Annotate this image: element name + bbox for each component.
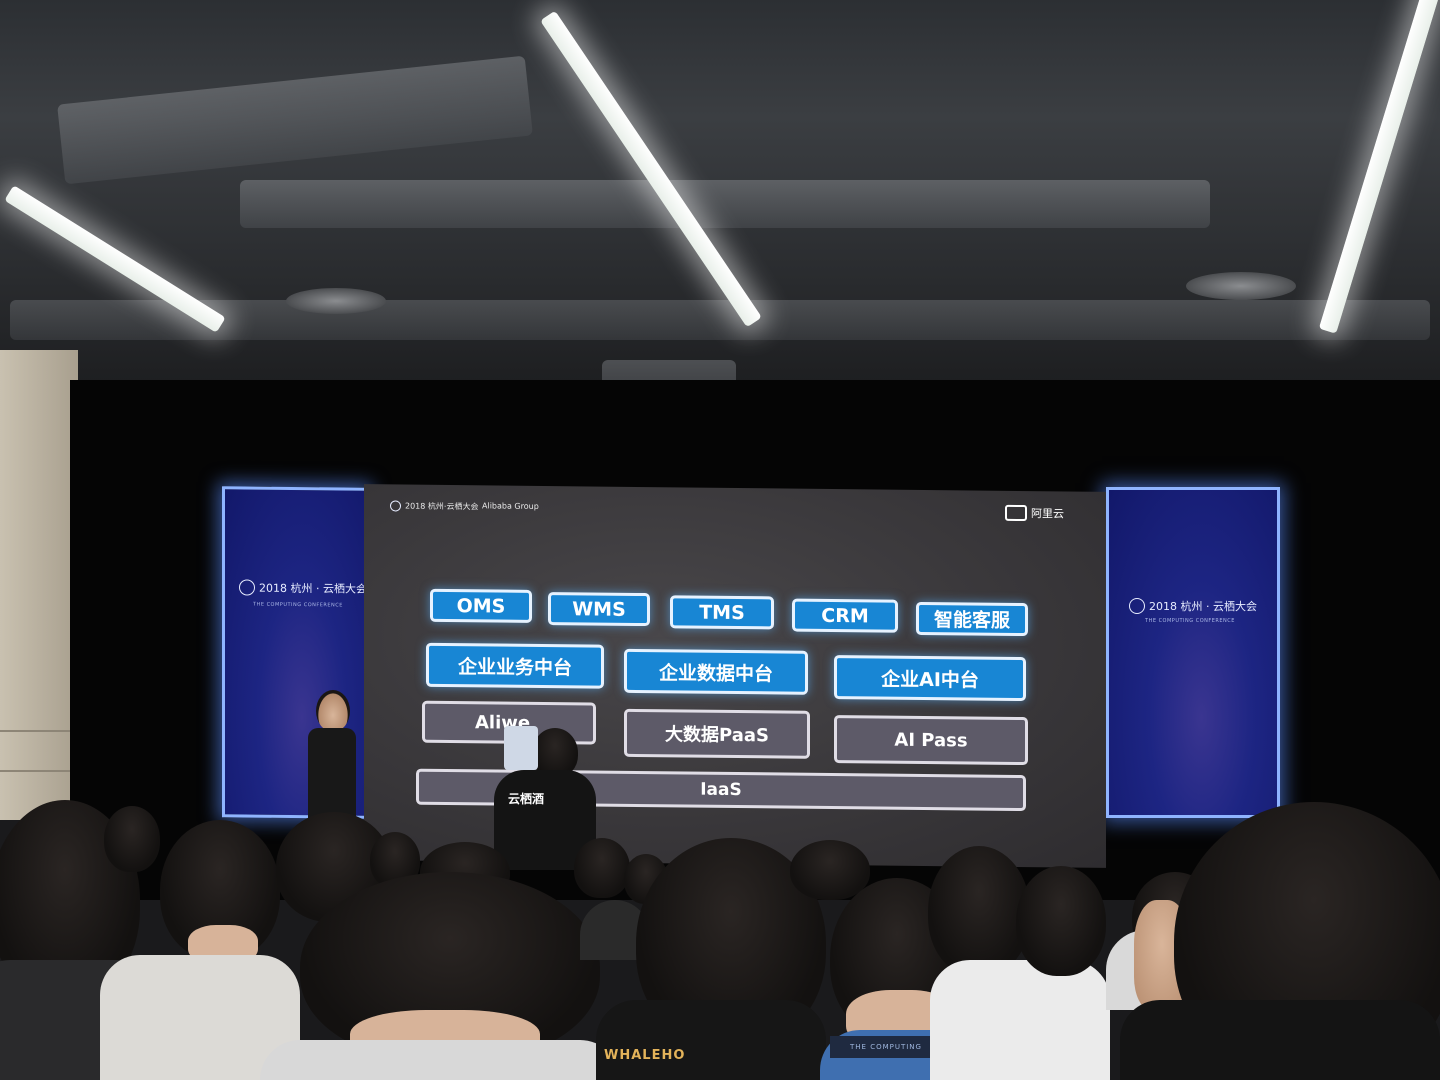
chip-crm: CRM	[792, 598, 898, 633]
side-subtitle: THE COMPUTING CONFERENCE	[253, 601, 343, 609]
aliyun-logo: 阿里云	[1005, 504, 1064, 522]
attendee-badge: THE COMPUTING	[830, 1036, 942, 1058]
speaker-head	[316, 690, 350, 732]
chip-wms: WMS	[548, 592, 650, 627]
audience-shirt	[1120, 1000, 1440, 1080]
ceiling-vent	[1186, 272, 1296, 300]
audience-shirt	[596, 1000, 826, 1080]
left-wall	[0, 350, 78, 820]
side-title: 2018 杭州 · 云栖大会	[1149, 600, 1257, 613]
side-logo: 2018 杭州 · 云栖大会	[239, 579, 367, 596]
audience-head	[104, 806, 160, 872]
speaker-body	[308, 728, 356, 818]
presentation-screen: 2018 杭州·云栖大会 Alibaba Group 阿里云 OMS WMS T…	[364, 484, 1106, 868]
side-subtitle: THE COMPUTING CONFERENCE	[1145, 618, 1235, 624]
alibaba-logo: Alibaba Group	[482, 501, 539, 511]
conference-photo: 2018 杭州 · 云栖大会 THE COMPUTING CONFERENCE …	[0, 0, 1440, 1080]
aliyun-text: 阿里云	[1031, 507, 1064, 521]
chip-ai-pass: AI Pass	[834, 715, 1028, 766]
audience-head	[1016, 866, 1106, 976]
chip-tms: TMS	[670, 595, 774, 630]
globe-icon	[390, 500, 401, 512]
globe-icon	[1129, 598, 1145, 614]
attendee-shirt-text: WHALEHO	[604, 1048, 686, 1063]
aliyun-icon	[1005, 504, 1027, 522]
conference-name: 2018 杭州·云栖大会	[405, 501, 479, 512]
ceiling-vent	[286, 288, 386, 314]
audience-head	[928, 846, 1030, 976]
right-side-screen: 2018 杭州 · 云栖大会 THE COMPUTING CONFERENCE	[1106, 487, 1280, 818]
chip-smart-service: 智能客服	[916, 601, 1028, 637]
phone-camera	[504, 726, 538, 770]
side-title: 2018 杭州 · 云栖大会	[259, 581, 367, 596]
chip-oms: OMS	[430, 588, 532, 623]
audience-shirt	[260, 1040, 620, 1080]
audience-shirt	[930, 960, 1110, 1080]
chip-data-platform: 企业数据中台	[624, 648, 808, 695]
chip-bigdata-paas: 大数据PaaS	[624, 708, 810, 759]
alibaba-text: Alibaba Group	[482, 501, 539, 511]
globe-icon	[239, 579, 255, 596]
side-logo: 2018 杭州 · 云栖大会	[1129, 598, 1257, 614]
air-duct	[240, 180, 1210, 228]
air-duct	[57, 55, 533, 185]
audience-head	[790, 840, 870, 900]
audience-head	[574, 838, 630, 898]
crew-shirt-logo: 云栖酒	[508, 792, 545, 806]
conference-logo: 2018 杭州·云栖大会	[390, 500, 478, 512]
chip-ai-platform: 企业AI中台	[834, 655, 1026, 702]
chip-business-platform: 企业业务中台	[426, 642, 604, 689]
